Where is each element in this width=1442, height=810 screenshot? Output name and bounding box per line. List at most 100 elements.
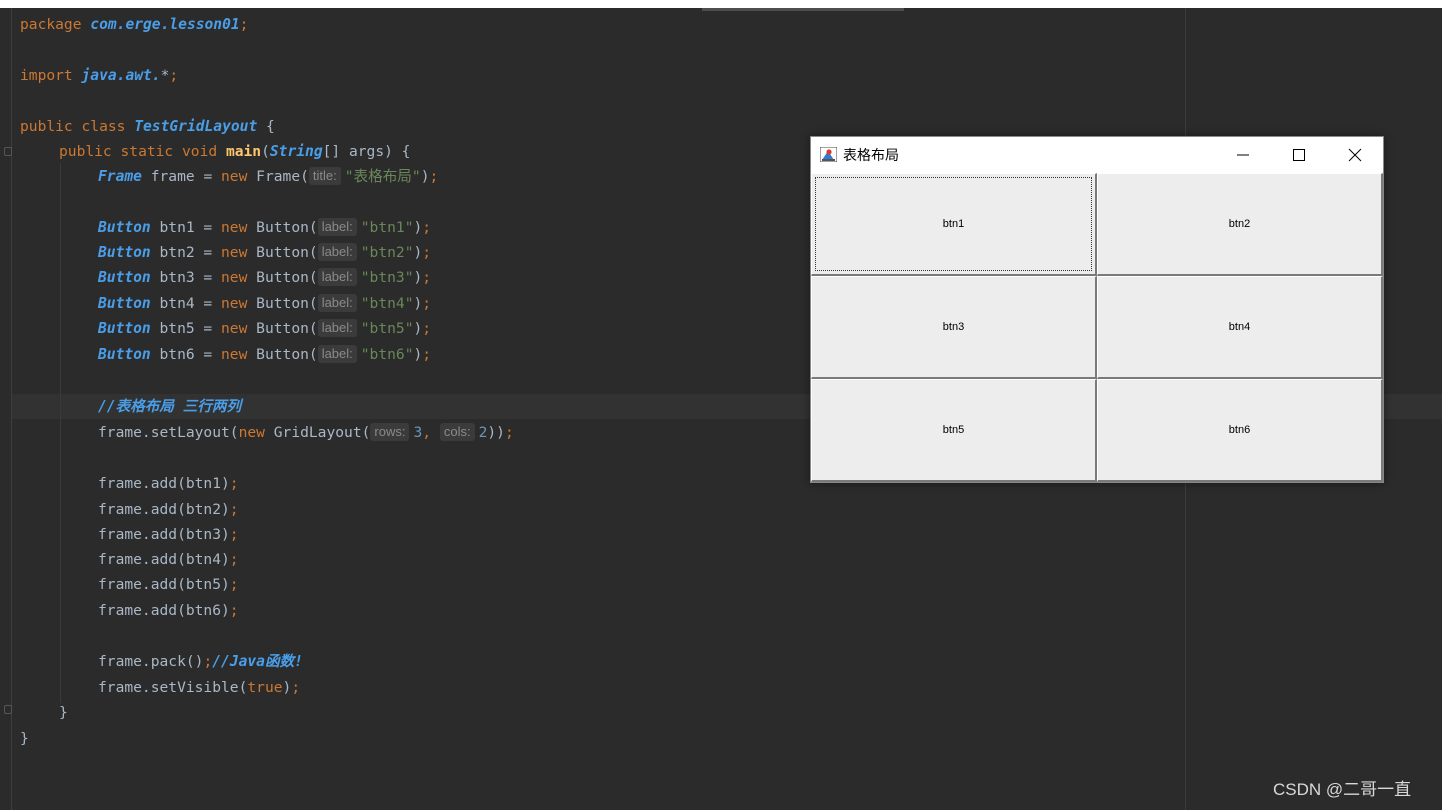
- semicolon: ;: [229, 475, 239, 492]
- type-name: Button: [98, 219, 151, 236]
- code-line-add[interactable]: frame.add(btn4);: [98, 547, 239, 572]
- semicolon: ;: [422, 244, 432, 261]
- code-text: Frame(: [256, 168, 309, 185]
- code-line-button[interactable]: Button btn3 = new Button(label: "btn3");: [98, 265, 431, 290]
- code-text: frame.add(btn1): [98, 475, 230, 492]
- semicolon: ;: [422, 269, 432, 286]
- code-text: ): [413, 295, 423, 312]
- keyword: new: [221, 320, 257, 337]
- code-text: Button(: [256, 346, 318, 363]
- btn2-button[interactable]: btn2: [1097, 173, 1383, 276]
- code-line-main[interactable]: public static void main(String[] args) {: [59, 139, 410, 164]
- keyword: new: [221, 219, 257, 236]
- type-name: Frame: [98, 168, 142, 185]
- parameter-hint: label:: [317, 243, 357, 261]
- semicolon: ;: [422, 320, 432, 337]
- parameter-hint: label:: [317, 268, 357, 286]
- code-line-import[interactable]: import java.awt.*;: [20, 63, 178, 88]
- tab-indicator: [702, 8, 904, 11]
- semicolon: ;: [429, 168, 439, 185]
- code-line-class[interactable]: public class TestGridLayout {: [20, 114, 275, 139]
- keyword: new: [221, 269, 257, 286]
- code-line-add[interactable]: frame.add(btn1);: [98, 471, 239, 496]
- code-line-button[interactable]: Button btn1 = new Button(label: "btn1");: [98, 215, 431, 240]
- code-text: ): [413, 219, 423, 236]
- code-text: }: [59, 704, 68, 721]
- code-text: Button(: [256, 244, 318, 261]
- code-line-button[interactable]: Button btn6 = new Button(label: "btn6");: [98, 342, 431, 367]
- code-line-comment[interactable]: //表格布局 三行两列: [98, 394, 241, 419]
- code-text: Button(: [256, 320, 318, 337]
- minimize-button[interactable]: [1215, 137, 1271, 173]
- code-line-add[interactable]: frame.add(btn2);: [98, 497, 239, 522]
- code-text: btn4 =: [150, 295, 222, 312]
- parameter-hint: label:: [317, 218, 357, 236]
- code-line-frame[interactable]: Frame frame = new Frame(title: "表格布局");: [98, 164, 438, 189]
- code-text: Button(: [256, 269, 318, 286]
- code-text: Button(: [256, 295, 318, 312]
- number-literal: 3: [413, 424, 423, 441]
- semicolon: ;: [203, 653, 213, 670]
- maximize-icon: [1293, 149, 1305, 161]
- code-line-add[interactable]: frame.add(btn3);: [98, 522, 239, 547]
- semicolon: ;: [291, 679, 301, 696]
- semicolon: ;: [229, 576, 239, 593]
- semicolon: ;: [422, 219, 432, 236]
- btn5-button[interactable]: btn5: [811, 379, 1097, 482]
- string-literal: "btn5": [360, 320, 414, 337]
- window-title: 表格布局: [843, 147, 899, 163]
- keyword: true: [247, 679, 283, 696]
- keyword: new: [221, 295, 257, 312]
- grid-layout-panel: btn1 btn2 btn3 btn4 btn5 btn6: [811, 173, 1383, 482]
- code-line-button[interactable]: Button btn4 = new Button(label: "btn4");: [98, 291, 431, 316]
- keyword: package: [20, 16, 91, 33]
- window-titlebar[interactable]: 表格布局: [811, 137, 1383, 173]
- code-line-setlayout[interactable]: frame.setLayout(new GridLayout(rows: 3, c…: [98, 420, 514, 445]
- btn3-button[interactable]: btn3: [811, 276, 1097, 379]
- code-line-button[interactable]: Button btn2 = new Button(label: "btn2");: [98, 240, 431, 265]
- code-text: frame.add(btn4): [98, 551, 230, 568]
- comma: ,: [422, 424, 440, 441]
- code-text: (: [261, 143, 270, 160]
- semicolon: ;: [504, 424, 514, 441]
- class-name: TestGridLayout: [134, 118, 258, 135]
- comment: //表格布局 三行两列: [98, 398, 242, 415]
- code-line-add[interactable]: frame.add(btn6);: [98, 598, 239, 623]
- code-text: frame.add(btn5): [98, 576, 230, 593]
- code-line-close-class[interactable]: }: [20, 726, 29, 751]
- code-text: GridLayout(: [273, 424, 371, 441]
- code-line-add[interactable]: frame.add(btn5);: [98, 572, 239, 597]
- maximize-button[interactable]: [1271, 137, 1327, 173]
- fold-marker-icon[interactable]: [4, 147, 12, 156]
- type-name: Button: [98, 320, 151, 337]
- close-button[interactable]: [1327, 137, 1383, 173]
- awt-frame-window[interactable]: 表格布局 btn1 btn2 btn3 btn4 btn5 btn6: [810, 136, 1384, 483]
- parameter-hint: label:: [317, 319, 357, 337]
- code-line-setvisible[interactable]: frame.setVisible(true);: [98, 675, 300, 700]
- code-line-package[interactable]: package com.erge.lesson01;: [20, 12, 248, 37]
- semicolon: ;: [229, 526, 239, 543]
- code-line-button[interactable]: Button btn5 = new Button(label: "btn5");: [98, 316, 431, 341]
- code-text: btn3 =: [150, 269, 222, 286]
- btn1-button[interactable]: btn1: [811, 173, 1097, 276]
- btn4-button[interactable]: btn4: [1097, 276, 1383, 379]
- code-text: [] args) {: [322, 143, 411, 160]
- type-name: String: [269, 143, 323, 160]
- btn6-button[interactable]: btn6: [1097, 379, 1383, 482]
- parameter-hint: title:: [308, 167, 341, 185]
- code-text: )): [487, 424, 505, 441]
- parameter-hint: label:: [317, 345, 357, 363]
- java-app-icon: [820, 147, 837, 162]
- code-text: frame =: [141, 168, 222, 185]
- watermark: CSDN @二哥一直: [1273, 780, 1412, 799]
- code-text: ): [413, 269, 423, 286]
- fold-marker-icon[interactable]: [4, 705, 12, 714]
- string-literal: "表格布局": [344, 168, 421, 185]
- code-text: btn6 =: [150, 346, 222, 363]
- code-line-pack[interactable]: frame.pack();//Java函数!: [98, 649, 303, 674]
- minimize-icon: [1237, 154, 1249, 156]
- code-line-close-method[interactable]: }: [59, 700, 68, 725]
- top-strip: [0, 0, 1442, 8]
- method-name: main: [225, 143, 262, 160]
- type-name: Button: [98, 269, 151, 286]
